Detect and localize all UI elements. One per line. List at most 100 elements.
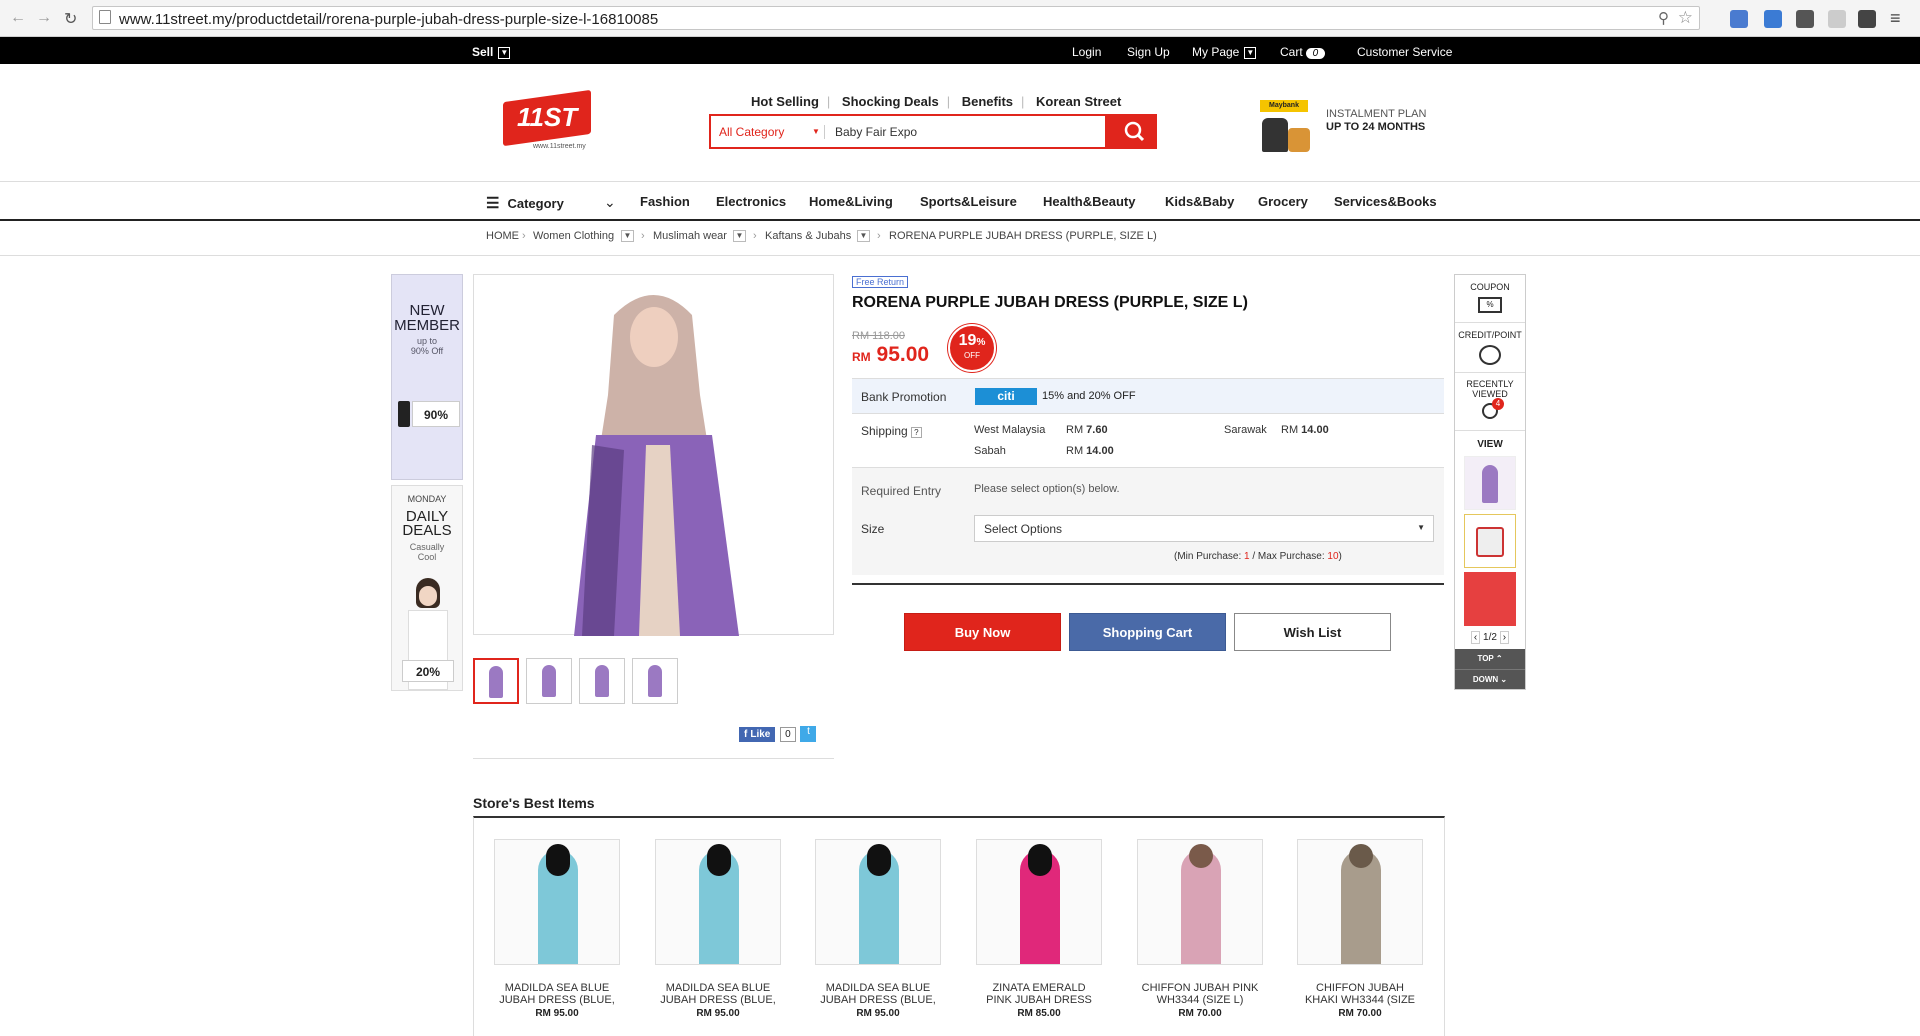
nav-services-books[interactable]: Services&Books <box>1334 194 1437 209</box>
address-bar[interactable]: www.11street.my/productdetail/rorena-pur… <box>92 6 1700 30</box>
chevron-down-icon: ▼ <box>1244 46 1257 59</box>
viewed-item-thumb[interactable] <box>1464 514 1516 568</box>
best-item[interactable]: MADILDA SEA BLUE JUBAH DRESS (BLUE, RM 9… <box>815 839 941 1019</box>
browser-toolbar: ← → ↻ www.11street.my/productdetail/rore… <box>0 0 1920 37</box>
bookmark-star-icon[interactable]: ☆ <box>1678 8 1693 28</box>
extension-icon[interactable] <box>1730 10 1748 28</box>
credit-point-button[interactable]: CREDIT/POINT <box>1455 323 1525 373</box>
coupon-button[interactable]: COUPON % <box>1455 275 1525 323</box>
best-item-price: RM 85.00 <box>1017 1008 1061 1019</box>
new-member-ad[interactable]: NEW MEMBER up to 90% Off 90% <box>391 274 463 480</box>
clock-icon: 4 <box>1482 398 1504 419</box>
chevron-left-icon[interactable]: ‹ <box>1470 631 1481 644</box>
twitter-icon[interactable]: t <box>800 726 817 742</box>
nav-health-beauty[interactable]: Health&Beauty <box>1043 194 1135 209</box>
scroll-top-button[interactable]: TOP ⌃ <box>1455 649 1525 669</box>
chevron-down-icon[interactable]: ⌄ <box>604 194 616 211</box>
cart-count-badge: 0 <box>1305 48 1326 59</box>
thumbnail-3[interactable] <box>579 658 625 704</box>
chevron-right-icon[interactable]: › <box>1499 631 1510 644</box>
extension-icon[interactable] <box>1858 10 1876 28</box>
facebook-icon: f <box>744 728 748 740</box>
best-item-name: JUBAH DRESS (BLUE, <box>820 994 936 1006</box>
breadcrumb-home[interactable]: HOME <box>486 230 519 242</box>
best-item[interactable]: CHIFFON JUBAH KHAKI WH3344 (SIZE RM 70.0… <box>1297 839 1423 1019</box>
header-links: Hot Selling | Shocking Deals | Benefits | K… <box>751 94 1122 109</box>
best-item-image <box>494 839 620 965</box>
nav-kids-baby[interactable]: Kids&Baby <box>1165 194 1234 209</box>
size-select[interactable]: Select Options ▼ <box>974 515 1434 542</box>
nav-grocery[interactable]: Grocery <box>1258 194 1308 209</box>
best-item-image <box>655 839 781 965</box>
login-link[interactable]: Login <box>1072 45 1101 59</box>
chevron-down-icon[interactable]: ▼ <box>733 230 746 242</box>
breadcrumb-women-clothing[interactable]: Women Clothing <box>533 230 614 242</box>
benefits-link[interactable]: Benefits <box>962 94 1013 109</box>
viewed-item-thumb[interactable] <box>1464 456 1516 510</box>
hot-selling-link[interactable]: Hot Selling <box>751 94 819 109</box>
search-input[interactable]: Baby Fair Expo <box>835 125 917 139</box>
citi-logo[interactable]: citi <box>975 388 1037 405</box>
nav-fashion[interactable]: Fashion <box>640 194 690 209</box>
best-item-price: RM 95.00 <box>856 1008 900 1019</box>
wish-list-button[interactable]: Wish List <box>1234 613 1391 651</box>
thumbnail-4[interactable] <box>632 658 678 704</box>
original-price: RM 118.00 <box>852 330 905 342</box>
facebook-like-button[interactable]: f Like <box>739 726 776 742</box>
viewed-item-thumb[interactable] <box>1464 572 1516 626</box>
shocking-deals-link[interactable]: Shocking Deals <box>842 94 939 109</box>
signup-link[interactable]: Sign Up <box>1127 45 1170 59</box>
promo-line1: INSTALMENT PLAN <box>1326 108 1427 120</box>
search-bar: All Category ▼ Baby Fair Expo <box>709 114 1157 149</box>
shipping-label: Shipping ? <box>861 424 922 438</box>
sell-menu[interactable]: Sell ▼ <box>472 45 511 59</box>
shopping-cart-button[interactable]: Shopping Cart <box>1069 613 1226 651</box>
chevron-down-icon[interactable]: ▼ <box>857 230 870 242</box>
extension-icon[interactable] <box>1796 10 1814 28</box>
scroll-down-button[interactable]: DOWN ⌄ <box>1455 669 1525 689</box>
chevron-down-icon[interactable]: ▼ <box>621 230 634 242</box>
menu-icon[interactable]: ≡ <box>1890 8 1901 29</box>
url-text: www.11street.my/productdetail/rorena-pur… <box>119 11 659 28</box>
category-menu[interactable]: ☰ Category <box>486 194 564 212</box>
shipping-region: Sabah <box>974 445 1006 457</box>
mypage-menu[interactable]: My Page ▼ <box>1192 45 1257 59</box>
ad-text: 90% Off <box>410 346 444 356</box>
best-item[interactable]: CHIFFON JUBAH PINK WH3344 (SIZE L) RM 70… <box>1137 839 1263 1019</box>
daily-deals-ad[interactable]: MONDAY DAILY DEALS Casually Cool 20% <box>391 485 463 691</box>
product-photo <box>574 295 739 636</box>
breadcrumb-kaftans[interactable]: Kaftans & Jubahs <box>765 230 851 242</box>
back-icon[interactable]: ← <box>10 9 26 27</box>
search-button[interactable] <box>1105 114 1157 149</box>
extension-icon[interactable] <box>1828 10 1846 28</box>
nav-electronics[interactable]: Electronics <box>716 194 786 209</box>
zoom-icon[interactable]: ⚲ <box>1658 9 1669 27</box>
forward-icon[interactable]: → <box>36 9 52 27</box>
best-item[interactable]: MADILDA SEA BLUE JUBAH DRESS (BLUE, RM 9… <box>655 839 781 1019</box>
ad-badge: 20% <box>402 660 454 682</box>
credit-label: CREDIT/POINT <box>1458 330 1522 340</box>
nav-home-living[interactable]: Home&Living <box>809 194 893 209</box>
breadcrumb-muslimah-wear[interactable]: Muslimah wear <box>653 230 727 242</box>
best-item[interactable]: ZINATA EMERALD PINK JUBAH DRESS RM 85.00 <box>976 839 1102 1019</box>
customer-service-link[interactable]: Customer Service <box>1357 45 1452 59</box>
search-category-select[interactable]: All Category <box>719 125 784 139</box>
hamburger-icon: ☰ <box>486 195 500 212</box>
chevron-down-icon: ▼ <box>812 127 820 136</box>
extension-icon[interactable] <box>1764 10 1782 28</box>
cart-link[interactable]: Cart 0 <box>1280 45 1326 59</box>
buy-now-button[interactable]: Buy Now <box>904 613 1061 651</box>
help-icon[interactable]: ? <box>911 427 922 438</box>
reload-icon[interactable]: ↻ <box>64 9 77 29</box>
ad-badge: 90% <box>412 401 460 427</box>
shipping-price: RM 14.00 <box>1066 445 1114 457</box>
thumbnail-2[interactable] <box>526 658 572 704</box>
product-main-image[interactable] <box>473 274 834 636</box>
recently-viewed-button[interactable]: RECENTLY VIEWED 4 <box>1455 373 1525 431</box>
best-item[interactable]: MADILDA SEA BLUE JUBAH DRESS (BLUE, RM 9… <box>494 839 620 1019</box>
nav-sports-leisure[interactable]: Sports&Leisure <box>920 194 1017 209</box>
site-logo[interactable]: 11ST www.11street.my <box>503 89 593 151</box>
korean-street-link[interactable]: Korean Street <box>1036 94 1121 109</box>
chevron-down-icon: ▼ <box>1417 523 1425 532</box>
thumbnail-1[interactable] <box>473 658 519 704</box>
